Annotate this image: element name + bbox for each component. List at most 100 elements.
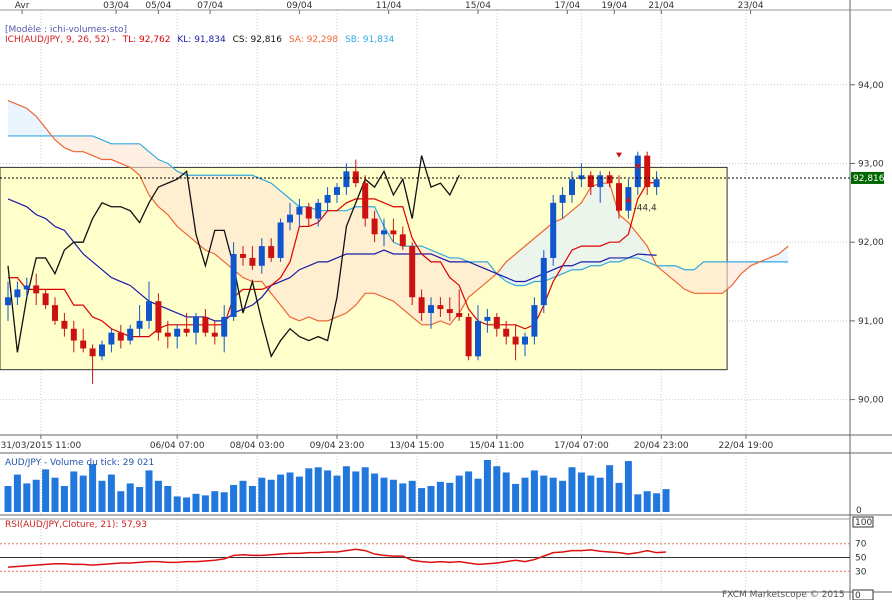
volume-bar <box>4 486 12 512</box>
volume-bar <box>258 477 266 512</box>
candle-body <box>117 332 124 341</box>
candle-body <box>418 297 425 314</box>
candle-body <box>634 155 641 188</box>
volume-bar <box>371 473 379 512</box>
volume-bar <box>314 467 322 512</box>
candle-body <box>42 293 49 306</box>
volume-bar <box>455 475 463 512</box>
candle-body <box>475 320 481 357</box>
bottom-axis-label: 22/04 19:00 <box>719 441 774 451</box>
candle-body <box>80 340 87 349</box>
volume-bar <box>13 474 21 512</box>
kl-label: KL: 91,834 <box>177 35 226 45</box>
volume-bar <box>277 474 285 512</box>
price-axis-label: 94,00 <box>858 81 884 91</box>
price-axis-label: 90,00 <box>858 396 884 406</box>
candle-body <box>540 257 547 306</box>
volume-bar <box>465 471 473 512</box>
candle-body <box>221 316 228 337</box>
rsi-grid <box>0 523 850 592</box>
candle-body <box>371 218 378 235</box>
volume-bar <box>70 471 78 512</box>
top-axis-label: 17/04 <box>554 1 580 11</box>
volume-bar <box>352 471 360 512</box>
candle-body <box>61 320 68 329</box>
candle-body <box>155 301 162 333</box>
volume-bar <box>399 483 407 512</box>
volume-bar <box>267 479 275 512</box>
rsi-axis-label: 30 <box>855 567 867 577</box>
volume-axis-label: 0 <box>856 506 862 516</box>
top-axis-label: 23/04 <box>738 1 764 11</box>
volume-bar <box>389 479 397 512</box>
cloud-segment <box>355 206 366 306</box>
chart-canvas: -44,4 Avr 03/04 05/04 07/04 09/04 11/04 15/04 1… <box>0 0 892 600</box>
volume-bar <box>192 493 200 512</box>
price-axis: 94,00 93,00 92,00 91,00 90,00 <box>850 81 884 406</box>
candle-body <box>362 183 369 219</box>
volume-bar <box>60 486 68 512</box>
volume-bar <box>436 481 444 512</box>
candle-body <box>146 301 152 321</box>
volume-bar <box>408 480 416 512</box>
top-axis-label: 15/04 <box>465 1 491 11</box>
rsi-axis-label: 0 <box>855 591 861 600</box>
candle-body <box>559 194 566 203</box>
candle-body <box>503 328 510 337</box>
candle-body <box>569 179 575 195</box>
candle-body <box>5 297 11 306</box>
candle-body <box>465 316 472 357</box>
volume-bar <box>333 475 341 512</box>
sb-label: SB: 91,834 <box>345 35 395 45</box>
watermark: FXCM Marketscope © 2015 <box>722 590 845 600</box>
price-axis-label: 93,00 <box>858 159 884 169</box>
model-label: [Modèle : ichi-volumes-sto] <box>5 24 127 35</box>
candle-body <box>183 328 190 333</box>
cloud-segment <box>186 175 196 243</box>
cloud-segment <box>8 100 18 136</box>
top-axis-label: 07/04 <box>197 1 223 11</box>
volume-bar <box>145 470 153 512</box>
top-axis-label: 19/04 <box>601 1 627 11</box>
volume-bar <box>596 477 604 512</box>
bottom-axis-label: 31/03/2015 11:00 <box>1 441 82 451</box>
volume-bar <box>201 495 209 512</box>
volume-bar <box>418 488 426 512</box>
bottom-axis-label: 09/04 23:00 <box>310 441 365 451</box>
top-axis-label: 21/04 <box>648 1 674 11</box>
cloud-segment <box>205 175 215 254</box>
volume-bar <box>42 469 50 512</box>
volume-bar <box>126 483 134 512</box>
volume-bar <box>248 486 256 512</box>
rsi-axis: 100 70 50 30 0 <box>852 516 874 600</box>
candle-body <box>23 285 30 290</box>
candle-body <box>493 316 500 329</box>
candle-body <box>597 175 604 188</box>
top-axis-label: 09/04 <box>286 1 312 11</box>
volume-bar <box>634 494 642 512</box>
volume-bar <box>540 475 548 512</box>
candle-body <box>390 230 397 235</box>
volume-bar <box>51 477 59 512</box>
candle-body <box>616 183 622 211</box>
volume-bar <box>493 466 501 512</box>
candle-body <box>512 336 519 345</box>
candle-body <box>14 289 21 298</box>
volume-bar <box>606 465 614 512</box>
candle-body <box>343 171 350 188</box>
candle-body <box>352 171 359 184</box>
volume-bar <box>577 472 585 512</box>
cloud-segment <box>177 171 187 235</box>
cloud-segment <box>572 202 582 270</box>
volume-bar <box>559 480 567 512</box>
rsi-axis-label: 70 <box>855 540 867 550</box>
volume-bar <box>295 476 303 512</box>
volume-bar <box>568 467 576 512</box>
tl-label: TL: 92,762 <box>122 35 171 45</box>
volume-bar <box>624 461 632 512</box>
candle-body <box>164 332 171 337</box>
candle-body <box>531 305 538 337</box>
bottom-axis-label: 08/04 03:00 <box>230 441 285 451</box>
candle-body <box>249 257 256 266</box>
volume-bar <box>117 491 125 512</box>
